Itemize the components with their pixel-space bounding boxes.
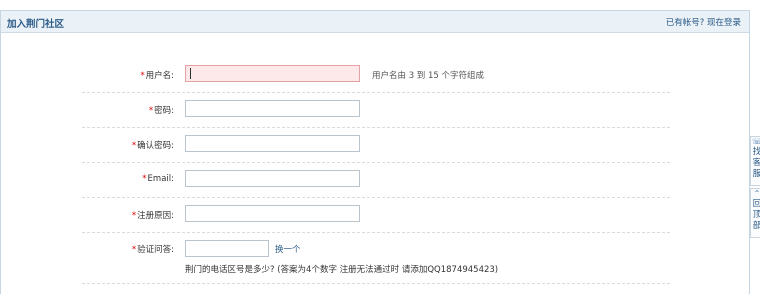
back-to-top-tab[interactable]: ⌃ 回 顶 部 [750,188,760,238]
verification-question: 荆门的电话区号是多少? (答案为4个数字 注册无法通过时 请添加QQ187494… [185,265,499,275]
headset-icon: ☏ [751,137,760,147]
register-panel: 加入荆门社区 已有帐号? 现在登录 [0,10,750,294]
reason-label: *注册原因: [131,211,174,221]
email-input[interactable] [185,170,360,187]
row-divider [82,232,670,233]
username-input[interactable] [185,65,360,82]
password-label: *密码: [148,106,174,116]
confirm-password-input[interactable] [185,135,360,152]
verification-label: *验证问答: [131,245,174,255]
change-question-link[interactable]: 换一个 [275,243,301,255]
reason-input[interactable] [185,205,360,222]
back-to-top-icon: ⌃ [753,189,760,198]
required-mark: * [148,106,154,116]
required-mark: * [142,174,147,184]
customer-service-tab[interactable]: ☏ 找 客 服 [750,136,760,186]
row-divider [82,127,670,128]
row-divider [82,283,670,284]
panel-header: 加入荆门社区 已有帐号? 现在登录 [1,11,749,33]
required-mark: * [131,211,137,221]
login-link[interactable]: 已有帐号? 现在登录 [666,16,741,28]
row-divider [82,197,670,198]
required-mark: * [131,141,137,151]
required-mark: * [140,71,145,81]
required-mark: * [131,245,137,255]
row-divider [82,162,670,163]
confirm-password-label: *确认密码: [131,141,174,151]
page-title: 加入荆门社区 [7,19,65,30]
password-input[interactable] [185,100,360,117]
username-hint: 用户名由 3 到 15 个字符组成 [372,71,485,81]
text-caret [190,68,191,79]
verification-answer-input[interactable] [185,240,269,257]
row-divider [82,92,670,93]
email-label: *Email: [142,174,174,184]
username-label: *用户名: [140,71,174,81]
